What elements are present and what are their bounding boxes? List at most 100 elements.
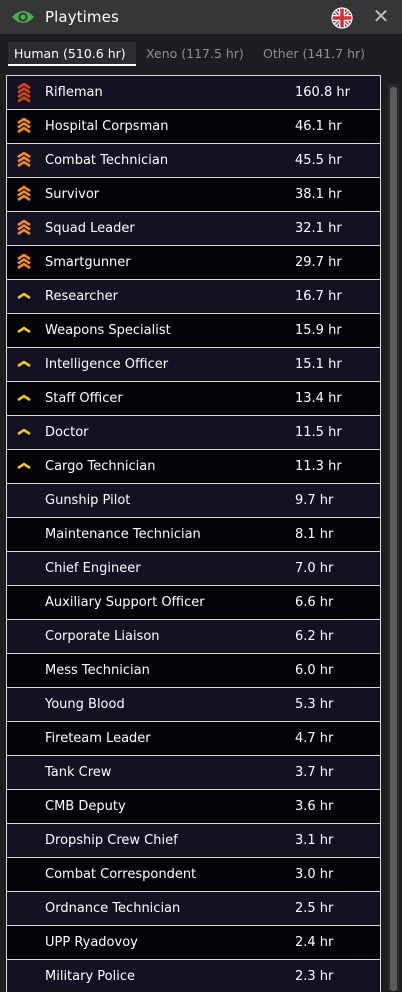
window-content: Human (510.6 hr) Xeno (117.5 hr) Other (… [0, 34, 402, 992]
role-hours: 3.1 hr [295, 833, 334, 848]
role-name: UPP Ryadovoy [45, 935, 138, 950]
role-name: Young Blood [45, 697, 125, 712]
rank-chevrons-icon [17, 117, 31, 134]
role-hours: 3.6 hr [295, 799, 334, 814]
role-name: Hospital Corpsman [45, 119, 169, 134]
role-hours: 11.3 hr [295, 459, 342, 474]
rank-chevrons-icon [17, 253, 31, 270]
playtime-row: Combat Technician 45.5 hr [6, 144, 381, 178]
playtime-row: Squad Leader 32.1 hr [6, 212, 381, 246]
playtime-row: Smartgunner 29.7 hr [6, 246, 381, 280]
scrollbar-thumb[interactable] [390, 87, 397, 991]
playtime-row: Doctor 11.5 hr [6, 416, 381, 450]
playtime-row: Researcher 16.7 hr [6, 280, 381, 314]
rank-chevrons-icon [17, 219, 31, 236]
role-hours: 8.1 hr [295, 527, 334, 542]
role-name: Chief Engineer [45, 561, 141, 576]
role-name: Gunship Pilot [45, 493, 131, 508]
playtime-row: Ordnance Technician 2.5 hr [6, 892, 381, 926]
rank-chevron-icon [17, 326, 31, 334]
role-name: Military Police [45, 969, 135, 984]
role-name: Rifleman [45, 85, 103, 100]
role-name: Combat Technician [45, 153, 169, 168]
role-name: Researcher [45, 289, 118, 304]
window-title: Playtimes [45, 8, 119, 26]
playtime-row: Tank Crew 3.7 hr [6, 756, 381, 790]
role-name: Dropship Crew Chief [45, 833, 178, 848]
tab-other[interactable]: Other (141.7 hr) [257, 42, 375, 66]
playtime-row: Corporate Liaison 6.2 hr [6, 620, 381, 654]
role-hours: 2.4 hr [295, 935, 334, 950]
scrollbar[interactable] [388, 84, 399, 991]
role-name: Survivor [45, 187, 100, 202]
role-name: Tank Crew [45, 765, 112, 780]
rank-chevron-icon [17, 394, 31, 402]
role-hours: 29.7 hr [295, 255, 342, 270]
playtime-row: Weapons Specialist 15.9 hr [6, 314, 381, 348]
role-name: Auxiliary Support Officer [45, 595, 205, 610]
playtime-row: Chief Engineer 7.0 hr [6, 552, 381, 586]
title-bar: Playtimes ✕ [0, 0, 402, 34]
role-hours: 6.0 hr [295, 663, 334, 678]
role-hours: 9.7 hr [295, 493, 334, 508]
role-hours: 16.7 hr [295, 289, 342, 304]
role-name: Combat Correspondent [45, 867, 197, 882]
rank-chevron-icon [17, 360, 31, 368]
tab-xeno[interactable]: Xeno (117.5 hr) [140, 42, 250, 66]
playtime-row: Auxiliary Support Officer 6.6 hr [6, 586, 381, 620]
playtime-row: Rifleman 160.8 hr [6, 76, 381, 110]
role-hours: 46.1 hr [295, 119, 342, 134]
role-name: Cargo Technician [45, 459, 156, 474]
union-jack-icon[interactable] [331, 7, 353, 29]
role-hours: 15.1 hr [295, 357, 342, 372]
role-hours: 4.7 hr [295, 731, 334, 746]
close-icon[interactable]: ✕ [370, 5, 392, 27]
playtime-row: Intelligence Officer 15.1 hr [6, 348, 381, 382]
playtime-row: CMB Deputy 3.6 hr [6, 790, 381, 824]
role-hours: 32.1 hr [295, 221, 342, 236]
role-hours: 6.2 hr [295, 629, 334, 644]
playtime-list: Rifleman 160.8 hr Hospital Corpsman 46.1 hr… [6, 75, 381, 992]
role-name: Intelligence Officer [45, 357, 169, 372]
role-name: Squad Leader [45, 221, 135, 236]
role-hours: 2.5 hr [295, 901, 334, 916]
playtime-row: Military Police 2.3 hr [6, 960, 381, 992]
playtime-row: Young Blood 5.3 hr [6, 688, 381, 722]
rank-chevrons-icon [17, 83, 31, 103]
playtime-row: Mess Technician 6.0 hr [6, 654, 381, 688]
role-hours: 15.9 hr [295, 323, 342, 338]
playtime-row: Staff Officer 13.4 hr [6, 382, 381, 416]
rank-chevron-icon [17, 462, 31, 470]
eye-icon [12, 11, 34, 23]
role-hours: 3.7 hr [295, 765, 334, 780]
playtime-row: Hospital Corpsman 46.1 hr [6, 110, 381, 144]
tab-human[interactable]: Human (510.6 hr) [8, 42, 136, 66]
role-hours: 3.0 hr [295, 867, 334, 882]
playtime-row: Survivor 38.1 hr [6, 178, 381, 212]
role-name: Corporate Liaison [45, 629, 160, 644]
role-hours: 38.1 hr [295, 187, 342, 202]
role-hours: 7.0 hr [295, 561, 334, 576]
role-name: CMB Deputy [45, 799, 126, 814]
playtime-row: Fireteam Leader 4.7 hr [6, 722, 381, 756]
role-name: Weapons Specialist [45, 323, 171, 338]
playtime-row: Maintenance Technician 8.1 hr [6, 518, 381, 552]
role-hours: 11.5 hr [295, 425, 342, 440]
role-name: Maintenance Technician [45, 527, 201, 542]
tab-bar: Human (510.6 hr) Xeno (117.5 hr) Other (… [0, 34, 402, 70]
playtime-row: Cargo Technician 11.3 hr [6, 450, 381, 484]
role-hours: 160.8 hr [295, 85, 350, 100]
role-name: Smartgunner [45, 255, 131, 270]
role-hours: 2.3 hr [295, 969, 334, 984]
rank-chevron-icon [17, 428, 31, 436]
role-hours: 6.6 hr [295, 595, 334, 610]
role-hours: 5.3 hr [295, 697, 334, 712]
role-hours: 45.5 hr [295, 153, 342, 168]
role-hours: 13.4 hr [295, 391, 342, 406]
role-name: Fireteam Leader [45, 731, 151, 746]
role-name: Staff Officer [45, 391, 123, 406]
role-name: Doctor [45, 425, 89, 440]
rank-chevrons-icon [17, 185, 31, 202]
role-name: Mess Technician [45, 663, 150, 678]
playtime-row: Dropship Crew Chief 3.1 hr [6, 824, 381, 858]
